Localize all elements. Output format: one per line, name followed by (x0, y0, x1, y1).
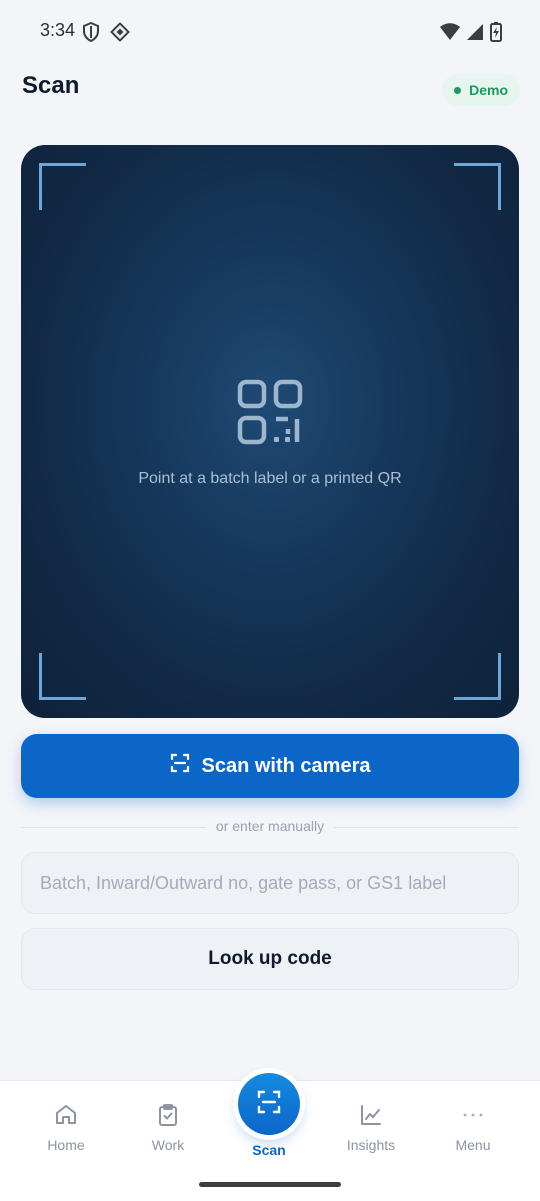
divider-text: or enter manually (205, 818, 335, 834)
battery-icon (490, 22, 502, 47)
status-time: 3:34 (40, 20, 76, 40)
viewfinder-corner-bottom-left (39, 653, 86, 700)
home-icon (54, 1103, 78, 1127)
nav-item-menu[interactable]: Menu (423, 1081, 523, 1171)
manual-entry-divider: or enter manually (21, 817, 519, 837)
status-bar: 3:34 (0, 0, 540, 64)
location-diamond-icon (110, 22, 130, 47)
status-dot-icon (454, 86, 462, 94)
nav-label-home: Home (47, 1137, 85, 1153)
nav-item-scan[interactable] (238, 1073, 300, 1135)
divider-text-wrap: or enter manually (21, 818, 519, 834)
status-left-icons (82, 21, 130, 47)
home-indicator[interactable] (199, 1182, 341, 1187)
demo-badge-label: Demo (469, 82, 508, 98)
shield-icon (82, 21, 100, 47)
scan-frame-icon (256, 1089, 282, 1120)
scan-with-camera-button[interactable]: Scan with camera (21, 734, 519, 798)
viewfinder-corner-top-right (454, 163, 501, 210)
nav-label-insights: Insights (346, 1137, 396, 1153)
nav-label-work: Work (151, 1137, 185, 1153)
look-up-code-label: Look up code (208, 948, 332, 969)
page-title: Scan (22, 72, 80, 99)
nav-label-scan: Scan (252, 1142, 286, 1158)
scan-with-camera-label: Scan with camera (201, 754, 371, 777)
qr-code-icon (237, 379, 303, 445)
code-search-input[interactable] (21, 852, 519, 914)
line-chart-icon (359, 1103, 383, 1127)
more-dots-icon (461, 1103, 485, 1127)
scanner-hint: Point at a batch label or a printed QR (138, 470, 402, 487)
viewfinder-corner-top-left (39, 163, 86, 210)
clipboard-check-icon (156, 1103, 180, 1127)
camera-viewfinder[interactable]: Point at a batch label or a printed QR (21, 145, 519, 718)
viewfinder-corner-bottom-right (454, 653, 501, 700)
wifi-icon (440, 23, 460, 46)
nav-item-insights[interactable]: Insights (321, 1081, 421, 1171)
nav-item-home[interactable]: Home (16, 1081, 116, 1171)
scan-frame-icon (170, 753, 190, 779)
demo-badge: Demo (442, 74, 520, 106)
cell-signal-icon (466, 23, 484, 46)
look-up-code-button[interactable]: Look up code (21, 928, 519, 990)
nav-label-menu: Menu (455, 1137, 491, 1153)
nav-item-work[interactable]: Work (118, 1081, 218, 1171)
status-right-icons (440, 22, 502, 47)
